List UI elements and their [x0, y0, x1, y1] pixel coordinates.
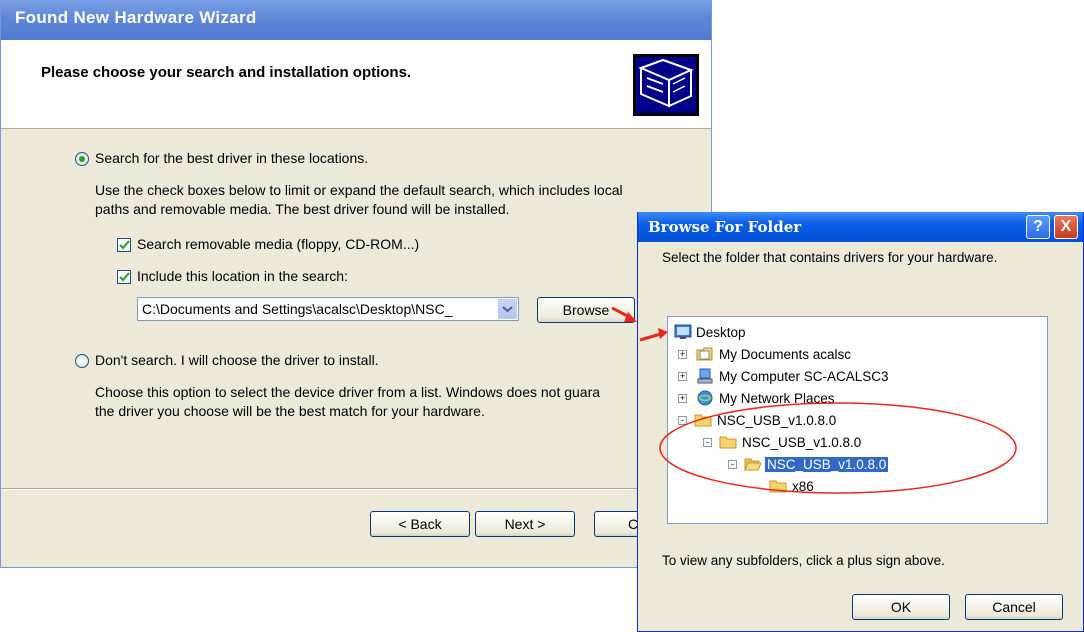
chevron-down-icon[interactable]	[498, 299, 517, 319]
browse-button[interactable]: Browse	[537, 297, 635, 323]
back-button[interactable]: < Back	[370, 511, 470, 537]
removable-media-checkbox[interactable]	[117, 238, 131, 252]
tree-item-nsc-usb-1[interactable]: - NSC_USB_v1.0.8.0	[674, 411, 974, 431]
expand-icon[interactable]: +	[678, 372, 687, 381]
browse-footer-hint: To view any subfolders, click a plus sig…	[662, 553, 945, 568]
tree-label[interactable]: My Computer SC-ACALSC3	[717, 369, 891, 384]
tree-label-selected[interactable]: NSC_USB_v1.0.8.0	[765, 457, 889, 472]
folder-tree[interactable]: Desktop + My Documents acalsc + My Compu…	[667, 316, 1048, 524]
ok-button[interactable]: OK	[852, 594, 950, 620]
tree-label[interactable]: NSC_USB_v1.0.8.0	[715, 413, 838, 428]
tree-label[interactable]: Desktop	[694, 325, 748, 340]
network-icon	[696, 390, 714, 406]
folder-open-icon	[744, 456, 762, 472]
browse-instruction: Select the folder that contains drivers …	[662, 250, 998, 265]
dont-search-option-radio[interactable]	[75, 354, 89, 368]
tree-label[interactable]: My Documents acalsc	[717, 347, 853, 362]
tree-label[interactable]: My Network Places	[717, 391, 837, 406]
desktop-icon	[674, 324, 692, 340]
browse-title-bar[interactable]: Browse For Folder ? X	[638, 212, 1083, 242]
expand-icon[interactable]: +	[678, 394, 687, 403]
tree-label[interactable]: NSC_USB_v1.0.8.0	[740, 435, 863, 450]
dont-search-description-line2: the driver you choose will be the best m…	[95, 403, 485, 419]
include-location-label[interactable]: Include this location in the search:	[137, 268, 348, 284]
wizard-separator	[1, 488, 711, 490]
tree-item-desktop[interactable]: Desktop	[674, 323, 874, 343]
tree-label[interactable]: x86	[790, 479, 816, 494]
folder-icon	[694, 412, 712, 428]
removable-media-label[interactable]: Search removable media (floppy, CD-ROM..…	[137, 236, 419, 252]
wizard-title-bar[interactable]: Found New Hardware Wizard	[1, 0, 711, 40]
hardware-wizard-window: Found New Hardware Wizard Please choose …	[0, 0, 712, 568]
browse-cancel-button[interactable]: Cancel	[965, 594, 1063, 620]
collapse-icon[interactable]: -	[678, 416, 687, 425]
folder-icon	[719, 434, 737, 450]
checkmark-icon	[119, 240, 130, 250]
computer-icon	[696, 368, 714, 384]
wizard-heading: Please choose your search and installati…	[41, 64, 412, 81]
location-value[interactable]: C:\Documents and Settings\acalsc\Desktop…	[142, 301, 472, 317]
search-description-line1: Use the check boxes below to limit or ex…	[95, 182, 623, 198]
documents-icon	[696, 346, 714, 362]
wizard-header: Please choose your search and installati…	[1, 40, 711, 129]
browse-folder-dialog: Browse For Folder ? X Select the folder …	[637, 212, 1084, 632]
folder-icon	[769, 478, 787, 494]
tree-item-network-places[interactable]: + My Network Places	[674, 389, 974, 409]
tree-item-my-computer[interactable]: + My Computer SC-ACALSC3	[674, 367, 974, 387]
tree-item-nsc-usb-3[interactable]: - NSC_USB_v1.0.8.0	[724, 455, 1024, 475]
close-icon[interactable]: X	[1054, 215, 1078, 239]
next-button[interactable]: Next >	[475, 511, 575, 537]
collapse-icon[interactable]: -	[703, 438, 712, 447]
search-option-radio[interactable]	[75, 152, 89, 166]
collapse-icon[interactable]: -	[728, 460, 737, 469]
location-combobox[interactable]: C:\Documents and Settings\acalsc\Desktop…	[137, 297, 519, 321]
browse-title: Browse For Folder	[648, 218, 802, 236]
wizard-body: Search for the best driver in these loca…	[1, 128, 711, 488]
dont-search-option-label[interactable]: Don't search. I will choose the driver t…	[95, 352, 379, 368]
tree-item-my-documents[interactable]: + My Documents acalsc	[674, 345, 974, 365]
help-icon[interactable]: ?	[1026, 215, 1050, 239]
tree-item-nsc-usb-2[interactable]: - NSC_USB_v1.0.8.0	[699, 433, 999, 453]
search-description-line2: paths and removable media. The best driv…	[95, 201, 510, 217]
dont-search-description-line1: Choose this option to select the device …	[95, 384, 601, 400]
tree-item-x86[interactable]: x86	[749, 477, 949, 497]
search-option-label[interactable]: Search for the best driver in these loca…	[95, 150, 368, 166]
include-location-checkbox[interactable]	[117, 270, 131, 284]
checkmark-icon	[119, 272, 130, 282]
hardware-icon	[633, 54, 699, 116]
expand-icon[interactable]: +	[678, 350, 687, 359]
